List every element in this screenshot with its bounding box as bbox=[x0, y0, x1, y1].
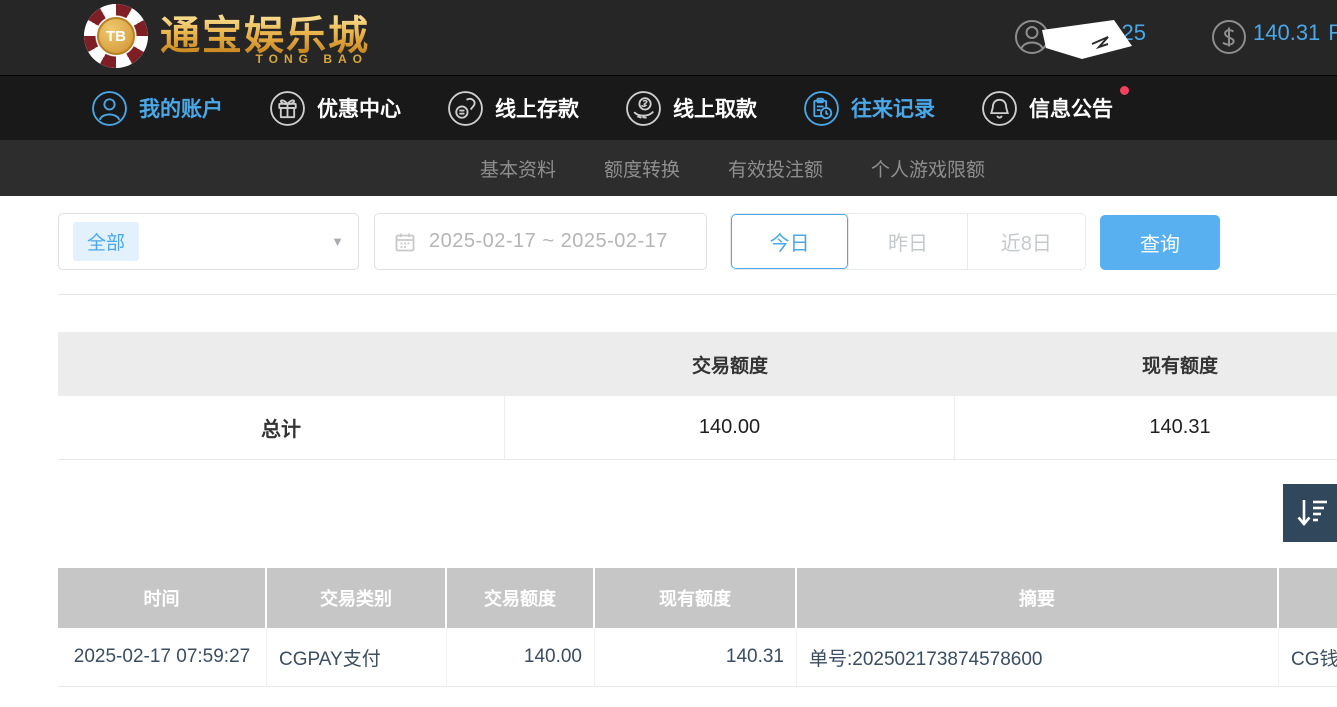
chip-text: TB bbox=[106, 28, 126, 45]
chevron-down-icon: ▼ bbox=[331, 234, 344, 249]
gift-icon bbox=[269, 90, 306, 127]
nav-label: 优惠中心 bbox=[317, 93, 401, 123]
logo-subtitle: TONG BAO bbox=[256, 52, 368, 66]
date-range-input[interactable]: 2025-02-17 ~ 2025-02-17 bbox=[374, 213, 707, 270]
page: TB 通宝娱乐城 TONG BAO 25 bbox=[0, 0, 1337, 707]
nav-label: 线上取款 bbox=[673, 93, 757, 123]
user-avatar-icon[interactable] bbox=[1014, 19, 1050, 55]
tx-col-header-summary: 摘要 bbox=[797, 568, 1279, 628]
summary-header-row: 交易额度 现有额度 bbox=[58, 332, 1337, 396]
summary-col-header bbox=[58, 332, 505, 396]
nav-item-my-account[interactable]: 我的账户 bbox=[91, 90, 223, 127]
sort-descending-icon bbox=[1293, 493, 1333, 533]
divider bbox=[58, 294, 1337, 295]
summary-total-row: 总计 140.00 140.31 bbox=[58, 396, 1337, 460]
currency-clipped: R bbox=[1328, 20, 1337, 45]
tx-col-header-remark: 备注 bbox=[1279, 568, 1337, 628]
tx-col-header-time: 时间 bbox=[58, 568, 267, 628]
balance-text: 140.31R bbox=[1253, 20, 1337, 46]
nav-item-withdraw[interactable]: 线上取款 bbox=[625, 90, 757, 127]
tx-cell-summary: 单号:202502173874578600 bbox=[797, 628, 1279, 686]
notification-dot bbox=[1120, 86, 1129, 95]
last-8-days-button[interactable]: 近8日 bbox=[968, 214, 1085, 269]
summary-cell-transaction-amount: 140.00 bbox=[505, 396, 955, 459]
search-button[interactable]: 查询 bbox=[1100, 215, 1220, 270]
summary-col-header: 现有额度 bbox=[955, 332, 1337, 396]
hand-coin-withdraw-icon bbox=[625, 90, 662, 127]
clipboard-clock-icon bbox=[803, 90, 840, 127]
type-selected-tag[interactable]: 全部 bbox=[73, 222, 139, 261]
summary-cell-current-amount: 140.31 bbox=[955, 396, 1337, 459]
tx-col-header-balance: 现有额度 bbox=[595, 568, 797, 628]
tx-cell-time: 2025-02-17 07:59:27 bbox=[58, 628, 267, 686]
hand-coin-deposit-icon bbox=[447, 90, 484, 127]
account-icon bbox=[91, 90, 128, 127]
nav-label: 我的账户 bbox=[139, 93, 223, 123]
top-header: TB 通宝娱乐城 TONG BAO 25 bbox=[0, 0, 1337, 75]
summary-col-header: 交易额度 bbox=[505, 332, 955, 396]
nav-item-promotions[interactable]: 优惠中心 bbox=[269, 90, 401, 127]
username-text: 25 bbox=[1056, 20, 1146, 46]
tx-col-header-amount: 交易额度 bbox=[447, 568, 595, 628]
sort-descending-button[interactable] bbox=[1283, 484, 1337, 542]
tx-cell-type: CGPAY支付 bbox=[267, 628, 447, 686]
today-button[interactable]: 今日 bbox=[731, 214, 849, 269]
dollar-coin-icon bbox=[1211, 19, 1247, 55]
tx-cell-balance: 140.31 bbox=[595, 628, 797, 686]
nav-item-records[interactable]: 往来记录 bbox=[803, 90, 935, 127]
summary-table: 交易额度 现有额度 总计 140.00 140.31 bbox=[58, 332, 1337, 460]
subtab-credit-transfer[interactable]: 额度转换 bbox=[604, 155, 680, 182]
subtab-game-limits[interactable]: 个人游戏限额 bbox=[871, 155, 985, 182]
nav-item-deposit[interactable]: 线上存款 bbox=[447, 90, 579, 127]
site-logo[interactable]: TB 通宝娱乐城 TONG BAO bbox=[84, 4, 370, 68]
transactions-header-row: 时间 交易类别 交易额度 现有额度 摘要 备注 bbox=[58, 568, 1337, 628]
quick-date-button-group: 今日 昨日 近8日 bbox=[730, 213, 1086, 270]
nav-label: 往来记录 bbox=[851, 93, 935, 123]
sub-nav: 基本资料 额度转换 有效投注额 个人游戏限额 bbox=[0, 140, 1337, 196]
bell-icon bbox=[981, 90, 1018, 127]
tx-cell-remark: CG钱包 bbox=[1279, 628, 1337, 686]
nav-item-announcements[interactable]: 信息公告 bbox=[981, 90, 1113, 127]
nav-label: 信息公告 bbox=[1029, 93, 1113, 123]
tx-col-header-type: 交易类别 bbox=[267, 568, 447, 628]
summary-cell-label: 总计 bbox=[58, 396, 505, 459]
date-range-value: 2025-02-17 ~ 2025-02-17 bbox=[429, 230, 668, 253]
poker-chip-icon: TB bbox=[84, 4, 148, 68]
calendar-icon bbox=[393, 230, 417, 254]
transactions-table: 时间 交易类别 交易额度 现有额度 摘要 备注 2025-02-17 07:59… bbox=[58, 568, 1337, 687]
yesterday-button[interactable]: 昨日 bbox=[849, 214, 967, 269]
transaction-row: 2025-02-17 07:59:27 CGPAY支付 140.00 140.3… bbox=[58, 628, 1337, 687]
subtab-valid-bets[interactable]: 有效投注额 bbox=[728, 155, 823, 182]
type-select[interactable]: 全部 ▼ bbox=[58, 213, 359, 270]
main-nav: 我的账户 优惠中心 bbox=[0, 75, 1337, 140]
subtab-basic-info[interactable]: 基本资料 bbox=[480, 155, 556, 182]
tx-cell-amount: 140.00 bbox=[447, 628, 595, 686]
nav-label: 线上存款 bbox=[495, 93, 579, 123]
